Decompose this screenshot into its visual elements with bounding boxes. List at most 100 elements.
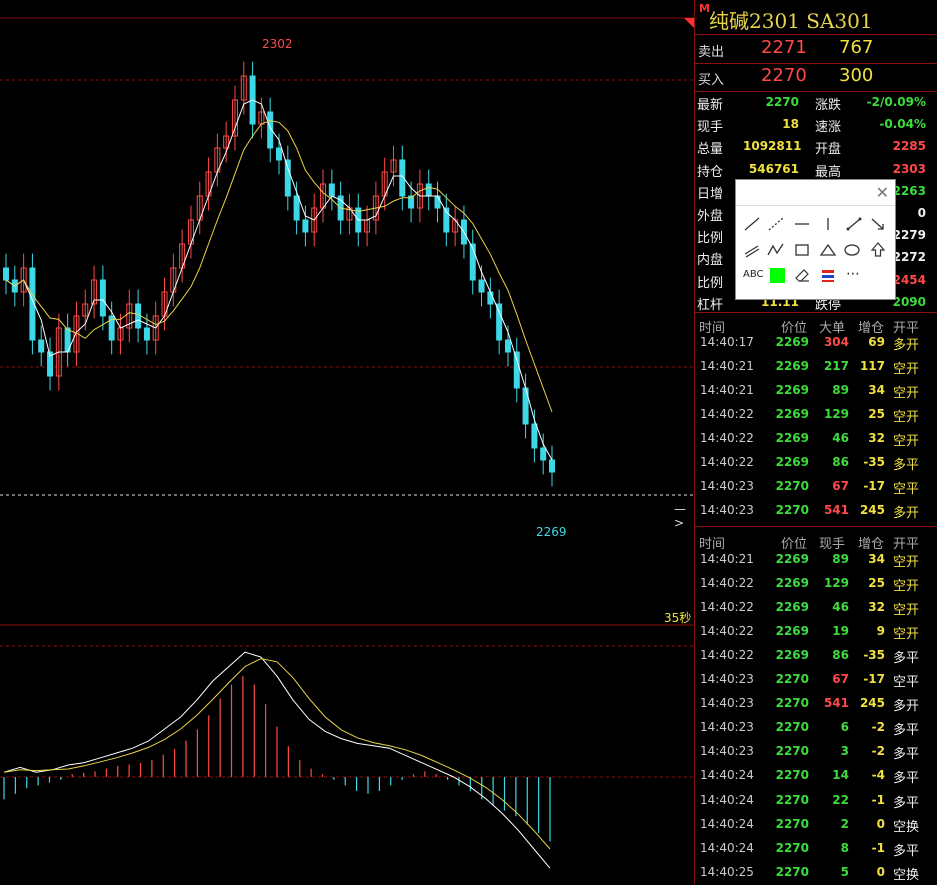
- cell-open-interest-change: 32: [868, 431, 885, 446]
- cell-order-type: 空开: [893, 434, 920, 450]
- vertical-line-icon[interactable]: [818, 214, 838, 234]
- chart-canvas[interactable]: [0, 0, 694, 885]
- cell-order-type: 空平: [893, 675, 920, 691]
- table-row[interactable]: 14:40:22 2269 129 25 空开: [695, 572, 937, 596]
- candle-body: [302, 219, 309, 233]
- stat-label: 最新: [697, 98, 724, 113]
- arrow-line-icon[interactable]: [868, 214, 888, 234]
- table-row[interactable]: 14:40:21 2269 217 117 空开: [695, 355, 937, 379]
- instrument-title-bar[interactable]: M 纯碱2301 SA301: [695, 0, 937, 35]
- eraser-icon[interactable]: [793, 266, 813, 286]
- dashed-line-icon[interactable]: [766, 214, 786, 234]
- cell-time: 14:40:23: [700, 696, 754, 711]
- line-segment-icon[interactable]: [742, 214, 762, 234]
- cell-volume: 5: [840, 864, 849, 879]
- cell-price: 2269: [775, 648, 809, 663]
- cell-time: 14:40:22: [700, 407, 754, 422]
- table-row[interactable]: 14:40:22 2269 129 25 空开: [695, 403, 937, 427]
- up-arrow-icon[interactable]: [868, 240, 888, 260]
- cell-volume: 89: [832, 383, 849, 398]
- cell-open-interest-change: 117: [859, 359, 885, 374]
- candle-body: [478, 279, 485, 293]
- table-row[interactable]: 14:40:25 2270 5 0 空换: [695, 861, 937, 885]
- table-row[interactable]: 14:40:17 2269 304 69 多开: [695, 331, 937, 355]
- ray-line-icon[interactable]: [844, 214, 864, 234]
- cell-open-interest-change: 245: [859, 696, 885, 711]
- stat-label: 现手: [697, 120, 724, 136]
- table-row[interactable]: 14:40:23 2270 541 245 多开: [695, 499, 937, 523]
- cell-open-interest-change: 34: [868, 552, 885, 566]
- table-row[interactable]: 14:40:24 2270 22 -1 多平: [695, 789, 937, 813]
- table-row[interactable]: 14:40:22 2269 86 -35 多平: [695, 451, 937, 475]
- drawing-toolbar[interactable]: ✕ ABC ⋯: [735, 179, 896, 300]
- table-row[interactable]: 14:40:22 2269 46 32 空开: [695, 427, 937, 451]
- table-row[interactable]: 14:40:21 2269 89 34 空开: [695, 379, 937, 403]
- high-price-label: 2302: [262, 37, 293, 51]
- cell-time: 14:40:22: [700, 648, 754, 663]
- cell-price: 2270: [775, 840, 809, 855]
- table-row[interactable]: 14:40:21 2269 89 34 空开: [695, 548, 937, 572]
- flag-icon[interactable]: [818, 266, 838, 286]
- cell-order-type: 空换: [893, 867, 920, 883]
- parallel-line-icon[interactable]: [742, 240, 762, 260]
- bid-row[interactable]: 买入 2270 300: [695, 63, 937, 92]
- cell-open-interest-change: 9: [876, 624, 885, 639]
- cell-order-type: 多平: [893, 771, 920, 787]
- more-icon[interactable]: ⋯: [846, 266, 860, 282]
- cell-open-interest-change: 25: [868, 576, 885, 591]
- horizontal-line-icon[interactable]: [792, 214, 812, 234]
- cell-price: 2269: [775, 600, 809, 615]
- table-row[interactable]: 14:40:24 2270 2 0 空换: [695, 813, 937, 837]
- table-row[interactable]: 14:40:24 2270 8 -1 多平: [695, 837, 937, 861]
- cell-open-interest-change: 34: [868, 383, 885, 398]
- cell-time: 14:40:21: [700, 359, 754, 374]
- triangle-icon[interactable]: [818, 240, 838, 260]
- table-row[interactable]: 14:40:22 2269 19 9 空开: [695, 620, 937, 644]
- cell-volume: 14: [832, 768, 849, 783]
- candle-body: [328, 183, 335, 197]
- close-icon[interactable]: ✕: [876, 183, 889, 202]
- ask-row[interactable]: 卖出 2271 767: [695, 35, 937, 64]
- table-row[interactable]: 14:40:23 2270 6 -2 多平: [695, 716, 937, 740]
- cell-time: 14:40:23: [700, 503, 754, 518]
- table-row[interactable]: 14:40:23 2270 3 -2 多平: [695, 740, 937, 764]
- cell-volume: 129: [823, 407, 849, 422]
- cell-price: 2270: [775, 696, 809, 711]
- cell-price: 2269: [775, 335, 809, 349]
- cell-price: 2269: [775, 383, 809, 398]
- cell-open-interest-change: -35: [863, 455, 885, 470]
- cell-open-interest-change: 0: [876, 816, 885, 831]
- cell-time: 14:40:22: [700, 576, 754, 591]
- cell-volume: 304: [823, 335, 849, 349]
- rectangle-icon[interactable]: [792, 240, 812, 260]
- cell-order-type: 多平: [893, 747, 920, 763]
- cell-open-interest-change: -17: [863, 672, 885, 687]
- kline-chart-area[interactable]: 2302 2269 35秒 —>: [0, 0, 694, 885]
- stat-row: 总量 1092811 开盘 2285: [695, 135, 937, 157]
- text-tool-icon[interactable]: ABC: [743, 269, 764, 280]
- bid-volume: 300: [839, 65, 874, 86]
- candle-body: [496, 303, 503, 341]
- zigzag-icon[interactable]: [766, 240, 786, 260]
- bid-label: 买入: [698, 73, 725, 88]
- cell-open-interest-change: -4: [871, 768, 885, 783]
- table-row[interactable]: 14:40:23 2270 67 -17 空平: [695, 668, 937, 692]
- cell-order-type: 多平: [893, 723, 920, 739]
- color-swatch-icon[interactable]: [768, 266, 788, 286]
- table-row[interactable]: 14:40:22 2269 86 -35 多平: [695, 644, 937, 668]
- cell-volume: 3: [840, 744, 849, 759]
- candle-body: [487, 291, 494, 305]
- ellipse-icon[interactable]: [842, 240, 862, 260]
- table-row[interactable]: 14:40:24 2270 14 -4 多平: [695, 764, 937, 788]
- candle-body: [434, 195, 441, 209]
- cell-order-type: 空开: [893, 555, 920, 570]
- table-row[interactable]: 14:40:23 2270 541 245 多开: [695, 692, 937, 716]
- cell-price: 2270: [775, 864, 809, 879]
- table-row[interactable]: 14:40:23 2270 67 -17 空平: [695, 475, 937, 499]
- cell-volume: 541: [823, 503, 849, 518]
- stat-value: 2270: [765, 95, 799, 109]
- cell-order-type: 多平: [893, 458, 920, 474]
- table-row[interactable]: 14:40:22 2269 46 32 空开: [695, 596, 937, 620]
- ask-label: 卖出: [698, 45, 725, 60]
- cell-price: 2269: [775, 431, 809, 446]
